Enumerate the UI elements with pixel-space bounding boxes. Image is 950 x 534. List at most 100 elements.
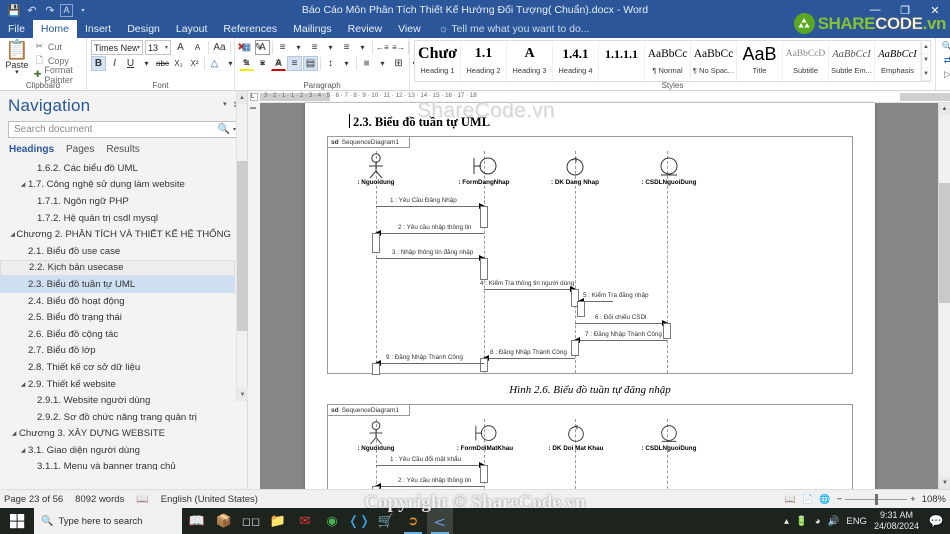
change-case-button[interactable]: Aa <box>212 40 227 55</box>
scrollbar-thumb[interactable] <box>939 183 950 303</box>
nav-tab-results[interactable]: Results <box>106 144 139 155</box>
battery-icon[interactable]: 🔋 <box>796 516 808 527</box>
superscript-button[interactable]: X² <box>187 56 202 71</box>
decrease-indent-button[interactable]: ←≡ <box>375 40 390 55</box>
navigation-heading-item[interactable]: ◢ 3.1. Giao diện người dùng <box>0 442 235 459</box>
navigation-heading-item[interactable]: 3.1.1. Menu và banner trang chủ <box>0 459 235 470</box>
zoom-in-button[interactable]: + <box>910 494 916 505</box>
style-heading-1[interactable]: Chươ Heading 1 <box>415 41 461 81</box>
navigation-heading-item[interactable]: 1.7.1. Ngôn ngữ PHP <box>0 193 235 210</box>
zoom-track[interactable] <box>845 493 908 505</box>
chevron-down-icon[interactable]: ▾ <box>355 40 370 55</box>
style-heading-4[interactable]: 1.4.1 Heading 4 <box>553 41 599 81</box>
language-indicator[interactable]: ENG <box>846 516 867 527</box>
chevron-down-icon[interactable]: ▾ <box>165 44 168 51</box>
collapse-triangle-icon[interactable]: ◢ <box>9 231 16 238</box>
pane-options-icon[interactable]: ▾ <box>223 100 227 111</box>
style-subtitle[interactable]: AaBbCcD Subtitle <box>783 41 829 81</box>
cut-button[interactable]: ✂ Cut <box>32 40 82 53</box>
clock[interactable]: 9:31 AM 24/08/2024 <box>874 510 919 532</box>
replace-button[interactable]: ⇄ Replace <box>940 54 950 67</box>
navigation-heading-item[interactable]: ◢ 2.9. Thiết kế website <box>0 376 235 393</box>
line-spacing-button[interactable]: ↕ <box>323 56 338 71</box>
collapse-triangle-icon[interactable]: ◢ <box>9 430 19 437</box>
language-indicator[interactable]: English (United States) <box>161 494 258 505</box>
proofing-icon[interactable]: 📖 <box>136 494 148 505</box>
font-name-input[interactable]: Times New Ro ▾ <box>91 40 143 55</box>
collapse-triangle-icon[interactable]: ◢ <box>18 181 28 188</box>
scroll-up-icon[interactable]: ▲ <box>237 91 247 104</box>
tab-insert[interactable]: Insert <box>77 20 119 38</box>
navigation-heading-item[interactable]: 1.6.2. Các biểu đồ UML <box>0 160 235 177</box>
paste-button[interactable]: 📋 Paste ▾ <box>4 40 30 76</box>
find-button[interactable]: 🔍 Find ▾ <box>940 40 950 53</box>
horizontal-ruler[interactable]: 3 · 2 · 1 · 1 · 2 · 3 · 4 · 5 · 6 · 7 · … <box>260 91 950 103</box>
chevron-down-icon[interactable]: ▾ <box>339 56 354 71</box>
maximize-button[interactable]: ❐ <box>890 0 920 20</box>
chevron-down-icon[interactable]: ▾ <box>137 44 140 51</box>
file-explorer-icon[interactable]: 📁 <box>265 508 291 534</box>
distributed-button[interactable]: ▤ <box>303 56 318 71</box>
cortana-icon[interactable]: 📖 <box>184 508 210 534</box>
styles-scrollbar[interactable]: ▲ ▼ ▼ <box>921 41 930 81</box>
numbering-button[interactable]: ≡ <box>307 40 322 55</box>
shading-button[interactable]: ■ <box>359 56 374 71</box>
volume-icon[interactable]: 🔊 <box>828 516 840 527</box>
sequence-diagram-1[interactable]: sd SequenceDiagram1: Nguoidung: FormDa… <box>327 136 853 375</box>
zoom-level[interactable]: 108% <box>922 494 946 505</box>
scroll-up-icon[interactable]: ▲ <box>922 41 930 55</box>
navigation-heading-item[interactable]: 2.8. Thiết kế cơ sở dữ liệu <box>0 359 235 376</box>
navigation-heading-item[interactable]: 2.6. Biểu đồ cộng tác <box>0 326 235 343</box>
style-no-spacing[interactable]: AaBbCc ¶ No Spac... <box>691 41 737 81</box>
tab-home[interactable]: Home <box>32 20 77 38</box>
tab-file[interactable]: File <box>0 20 33 38</box>
italic-button[interactable]: I <box>107 56 122 71</box>
bold-button[interactable]: B <box>91 56 106 71</box>
style-heading-3[interactable]: A Heading 3 <box>507 41 553 81</box>
style-heading-5[interactable]: 1.1.1.1 <box>599 41 645 81</box>
strikethrough-button[interactable]: abc <box>155 56 170 71</box>
wifi-icon[interactable]: ◕ <box>815 516 821 527</box>
nav-tab-headings[interactable]: Headings <box>9 144 54 155</box>
borders-button[interactable]: ⊞ <box>391 56 406 71</box>
navigation-heading-item[interactable]: 2.7. Biểu đồ lớp <box>0 343 235 360</box>
tab-references[interactable]: References <box>215 20 285 38</box>
justify-button[interactable]: ≡ <box>287 56 302 71</box>
customize-qat-icon[interactable]: ▾ <box>75 2 91 18</box>
scroll-down-icon[interactable]: ▼ <box>922 54 930 68</box>
document-page[interactable]: ShareCode.vn 2.3. Biểu đồ tuần tự UML sd… <box>305 99 875 489</box>
indent-marker[interactable]: ▬ <box>250 105 258 113</box>
word-icon[interactable]: 𝈶 <box>427 508 453 534</box>
char-border-icon[interactable]: A <box>255 40 270 55</box>
tab-design[interactable]: Design <box>119 20 168 38</box>
navigation-heading-item[interactable]: 2.4. Biểu đồ hoạt động <box>0 293 235 310</box>
tell-me-box[interactable]: ☼ Tell me what you want to do... <box>429 20 590 38</box>
grow-font-button[interactable]: A <box>173 40 188 55</box>
scroll-down-icon[interactable]: ▼ <box>939 477 950 489</box>
word-count[interactable]: 8092 words <box>75 494 124 505</box>
style-emphasis[interactable]: AaBbCcI Emphasis <box>875 41 921 81</box>
navigation-heading-item[interactable]: 2.2. Kịch bản usecase <box>0 259 235 277</box>
page-indicator[interactable]: Page 23 of 56 <box>4 494 63 505</box>
print-layout-button[interactable]: 📄 <box>802 494 813 505</box>
navigation-heading-item[interactable]: 2.3. Biểu đồ tuần tự UML <box>0 276 235 293</box>
increase-indent-button[interactable]: ≡→ <box>391 40 406 55</box>
search-icon[interactable]: 🔍 <box>218 124 230 135</box>
show-hidden-icons-icon[interactable]: ▴ <box>784 516 789 527</box>
collapse-triangle-icon[interactable]: ◢ <box>18 447 28 454</box>
tab-mailings[interactable]: Mailings <box>285 20 340 38</box>
sequence-diagram-2[interactable]: sd SequenceDiagram1 : Nguoidung: FormDo… <box>327 404 853 489</box>
chrome-icon[interactable]: ◉ <box>319 508 345 534</box>
navigation-heading-item[interactable]: 2.1. Biểu đồ use case <box>0 243 235 260</box>
undo-icon[interactable]: ↶ <box>24 2 40 18</box>
style-heading-2[interactable]: 1.1 Heading 2 <box>461 41 507 81</box>
vscode-icon[interactable]: ❬❭ <box>346 508 372 534</box>
chevron-down-icon[interactable]: ▾ <box>291 40 306 55</box>
start-button[interactable] <box>0 513 34 529</box>
chevron-down-icon[interactable]: ▾ <box>15 69 19 76</box>
navigation-heading-item[interactable]: 2.5. Biểu đồ trạng thái <box>0 309 235 326</box>
notification-icon[interactable]: 💬 <box>926 508 946 534</box>
style-normal[interactable]: AaBbCc ¶ Normal <box>645 41 691 81</box>
multilevel-list-button[interactable]: ≡ <box>339 40 354 55</box>
underline-button[interactable]: U <box>123 56 138 71</box>
